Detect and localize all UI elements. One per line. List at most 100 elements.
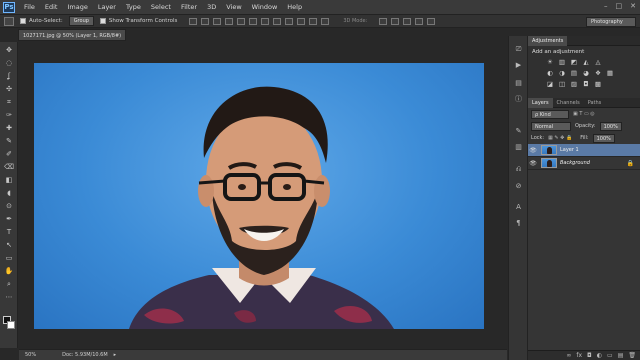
gradient-map-icon[interactable]: ◘	[582, 80, 590, 88]
workspace-dropdown[interactable]: Photography	[586, 17, 636, 27]
menu-help[interactable]: Help	[282, 3, 307, 11]
lasso-tool-icon[interactable]: ʆ	[4, 72, 14, 80]
eyedropper-tool-icon[interactable]: ✑	[4, 111, 14, 119]
zoom-tool-icon[interactable]: ⌕	[4, 280, 14, 288]
link-layers-icon[interactable]: ∞	[566, 352, 571, 359]
color-lookup-icon[interactable]: ▦	[606, 69, 614, 77]
layer-kind-filter[interactable]: ρ Kind	[531, 109, 569, 119]
maximize-icon[interactable]: □	[616, 2, 623, 10]
eraser-tool-icon[interactable]: ⌫	[4, 163, 14, 171]
path-select-tool-icon[interactable]: ↖	[4, 241, 14, 249]
paragraph-panel-icon[interactable]: ¶	[513, 218, 524, 228]
move-tool-icon[interactable]: ✥	[4, 46, 14, 54]
posterize-icon[interactable]: ◫	[558, 80, 566, 88]
filter-type-icons[interactable]: ▣ T ▭ ◎	[573, 111, 595, 117]
selective-color-icon[interactable]: ▩	[594, 80, 602, 88]
tool-presets-icon[interactable]: ⊘	[513, 181, 524, 191]
canvas-image[interactable]	[34, 63, 484, 329]
close-icon[interactable]: ✕	[630, 2, 636, 10]
clone-source-icon[interactable]: ⎌	[513, 164, 524, 174]
info-panel-icon[interactable]: ⓘ	[513, 94, 524, 104]
menu-edit[interactable]: Edit	[40, 3, 63, 11]
opacity-input[interactable]: 100%	[599, 121, 622, 131]
new-adjustment-layer-icon[interactable]: ◐	[597, 352, 602, 359]
layer-row-layer-1[interactable]: 👁 Layer 1	[528, 144, 640, 157]
menu-select[interactable]: Select	[146, 3, 176, 11]
distribute-vcenter-icon[interactable]	[273, 17, 282, 25]
color-balance-icon[interactable]: ◑	[558, 69, 566, 77]
align-hcenter-icon[interactable]	[237, 17, 246, 25]
add-mask-icon[interactable]: ◘	[587, 352, 592, 359]
background-color-swatch[interactable]	[7, 321, 15, 329]
distribute-left-icon[interactable]	[297, 17, 306, 25]
layer-row-background[interactable]: 👁 Background 🔒	[528, 157, 640, 170]
tab-paths[interactable]: Paths	[584, 98, 606, 108]
minimize-icon[interactable]: –	[604, 2, 608, 10]
pen-tool-icon[interactable]: ✒	[4, 215, 14, 223]
hue-saturation-icon[interactable]: ◐	[546, 69, 554, 77]
zoom-level[interactable]: 50%	[19, 352, 42, 358]
actions-panel-icon[interactable]: ▶	[513, 60, 524, 70]
new-layer-icon[interactable]: ▤	[618, 352, 624, 359]
distribute-bottom-icon[interactable]	[285, 17, 294, 25]
menu-window[interactable]: Window	[247, 3, 283, 11]
3d-roll-icon[interactable]	[391, 17, 400, 25]
channel-mixer-icon[interactable]: ❖	[594, 69, 602, 77]
align-right-icon[interactable]	[249, 17, 258, 25]
clone-stamp-tool-icon[interactable]: ✐	[4, 150, 14, 158]
type-tool-icon[interactable]: T	[4, 228, 14, 236]
show-transform-checkbox[interactable]	[99, 18, 106, 24]
visibility-eye-icon[interactable]: 👁	[528, 147, 538, 154]
history-panel-icon[interactable]: ⎚	[513, 44, 524, 54]
quick-select-tool-icon[interactable]: ✣	[4, 85, 14, 93]
hand-tool-icon[interactable]: ✋	[4, 267, 14, 275]
visibility-eye-icon[interactable]: 👁	[528, 160, 538, 167]
menu-3d[interactable]: 3D	[202, 3, 221, 11]
black-white-icon[interactable]: ▤	[570, 69, 578, 77]
curves-icon[interactable]: ◩	[570, 58, 578, 66]
brush-presets-icon[interactable]: ▥	[513, 142, 524, 152]
tab-layers[interactable]: Layers	[528, 97, 553, 108]
3d-rotate-icon[interactable]	[379, 17, 388, 25]
menu-filter[interactable]: Filter	[176, 3, 202, 11]
distribute-right-icon[interactable]	[321, 17, 330, 25]
brush-panel-icon[interactable]: ✎	[513, 126, 524, 136]
menu-file[interactable]: File	[19, 3, 40, 11]
lock-options-icons[interactable]: ▦ ✎ ✥ 🔒	[548, 135, 572, 141]
gradient-tool-icon[interactable]: ◧	[4, 176, 14, 184]
menu-image[interactable]: Image	[62, 3, 92, 11]
show-transform-option[interactable]: Show Transform Controls	[99, 18, 177, 24]
align-bottom-icon[interactable]	[213, 17, 222, 25]
auto-select-dropdown[interactable]: Group	[68, 16, 94, 26]
align-top-icon[interactable]	[189, 17, 198, 25]
auto-select-option[interactable]: Auto-Select:	[20, 18, 63, 24]
new-group-icon[interactable]: ▭	[607, 352, 613, 359]
shape-tool-icon[interactable]: ▭	[4, 254, 14, 262]
marquee-tool-icon[interactable]: ◌	[4, 59, 14, 67]
menu-type[interactable]: Type	[121, 3, 146, 11]
3d-pan-icon[interactable]	[403, 17, 412, 25]
fill-input[interactable]: 100%	[592, 133, 615, 143]
brush-tool-icon[interactable]: ✎	[4, 137, 14, 145]
invert-icon[interactable]: ◪	[546, 80, 554, 88]
blend-mode-dropdown[interactable]: Normal	[531, 121, 571, 131]
distribute-top-icon[interactable]	[261, 17, 270, 25]
move-tool-preset-icon[interactable]	[4, 16, 14, 26]
more-tools-icon[interactable]: ⋯	[4, 293, 14, 301]
menu-view[interactable]: View	[221, 3, 246, 11]
delete-layer-icon[interactable]: 🗑	[628, 352, 636, 359]
align-left-icon[interactable]	[225, 17, 234, 25]
status-menu-arrow-icon[interactable]: ▸	[108, 352, 117, 358]
distribute-hcenter-icon[interactable]	[309, 17, 318, 25]
crop-tool-icon[interactable]: ⌗	[4, 98, 14, 106]
levels-icon[interactable]: ▥	[558, 58, 566, 66]
healing-tool-icon[interactable]: ✚	[4, 124, 14, 132]
properties-panel-icon[interactable]: ▤	[513, 78, 524, 88]
3d-scale-icon[interactable]	[427, 17, 436, 25]
exposure-icon[interactable]: ◭	[582, 58, 590, 66]
character-panel-icon[interactable]: A	[513, 202, 524, 212]
align-vcenter-icon[interactable]	[201, 17, 210, 25]
brightness-contrast-icon[interactable]: ☀	[546, 58, 554, 66]
document-tab[interactable]: 1027171.jpg @ 50% (Layer 1, RGB/8#) * ×	[18, 29, 126, 51]
auto-select-checkbox[interactable]	[20, 18, 26, 24]
